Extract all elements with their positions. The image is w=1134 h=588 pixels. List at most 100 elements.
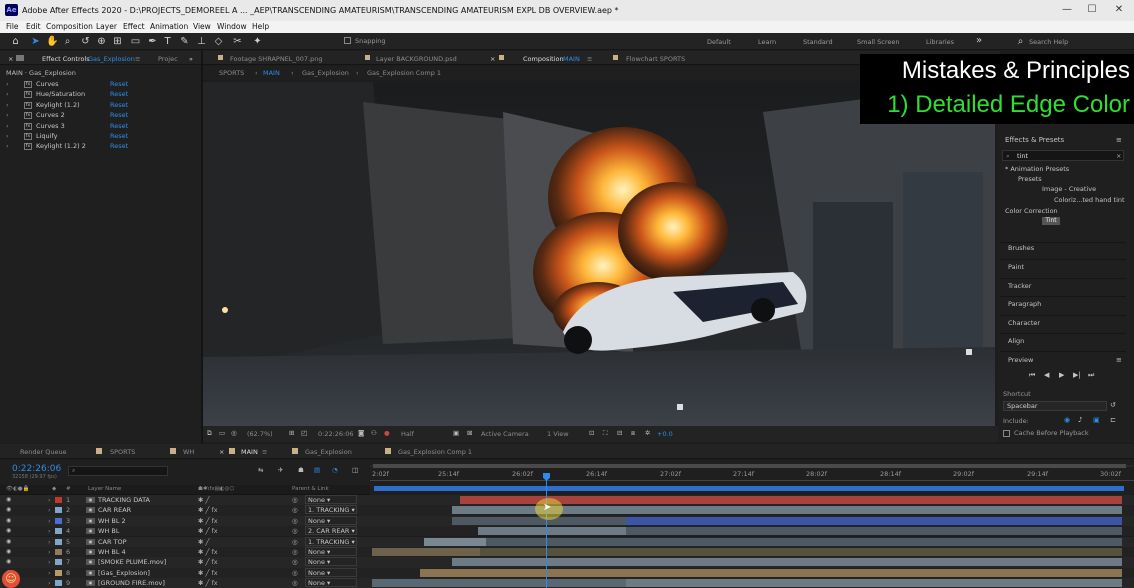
panel-paint[interactable]: Paint [1008,263,1024,271]
timeline-current-time[interactable]: 0:22:26:06 [12,464,61,474]
rectangle-tool-icon[interactable]: ▭ [130,36,141,47]
preset-tree-presets[interactable]: Presets [1018,175,1042,183]
preset-tree-tint[interactable]: Tint [1042,217,1060,225]
fx-toggle-icon[interactable]: fx [24,101,32,109]
display-icon[interactable]: ▭ [219,429,225,437]
comp-mini-flowchart-icon[interactable]: ⇆ [258,466,263,474]
fx-toggle-icon[interactable]: fx [24,143,32,151]
layer-switches-icon[interactable]: ✱ ╱ fx [198,506,218,514]
parent-column-header[interactable]: Parent & Link [292,486,329,492]
view-layout-dropdown[interactable]: 1 View [547,430,569,438]
layer-duration-bar[interactable] [372,548,480,556]
layer-switches-icon[interactable]: ✱ ╱ [198,538,209,546]
expand-twirl-icon[interactable]: › [48,506,51,514]
pickwhip-icon[interactable]: ◎ [292,506,298,514]
clone-stamp-tool-icon[interactable]: ⊥ [196,36,207,47]
effect-reset-link[interactable]: Reset [110,90,128,98]
region-icon[interactable]: ◰ [301,429,307,437]
expand-arrow-icon[interactable]: › [6,80,9,88]
brush-tool-icon[interactable]: ✎ [179,36,190,47]
zoom-tool-icon[interactable]: ⌕ [62,36,73,47]
tab-footage[interactable]: Footage SHRAPNEL_007.png [230,55,323,63]
composition-viewer[interactable] [203,82,995,426]
layer-name-column-header[interactable]: Layer Name [88,486,121,492]
effect-reset-link[interactable]: Reset [110,142,128,150]
fx-toggle-icon[interactable]: fx [24,133,32,140]
layer-duration-bar[interactable] [626,527,1122,536]
home-icon[interactable]: ⌂ [10,36,21,47]
menu-edit[interactable]: Edit [26,22,41,31]
layer-handle-right[interactable] [966,349,972,355]
layer-name[interactable]: WH BL 2 [98,517,126,525]
fx-toggle-icon[interactable]: fx [24,112,32,120]
layer-duration-bar[interactable] [626,516,1122,525]
layer-name[interactable]: [Gas_Explosion] [98,569,150,577]
reset-shortcut-icon[interactable]: ↺ [1110,401,1116,409]
workspace-small-screen[interactable]: Small Screen [857,38,899,46]
expand-arrow-icon[interactable]: › [6,142,9,150]
time-navigator[interactable] [374,486,1124,491]
fx-toggle-icon[interactable]: fx [24,91,32,99]
layer-duration-bar[interactable] [478,527,626,536]
expand-twirl-icon[interactable]: › [48,538,51,546]
fx-toggle-icon[interactable]: fx [24,122,32,130]
timeline-layer-row[interactable]: ◉ › 5 ▣ CAR TOP ✱ ╱ ◎ 1. TRACKING ▾ [0,536,1134,547]
roto-brush-tool-icon[interactable]: ✂ [232,36,243,47]
hand-tool-icon[interactable]: ✋ [46,36,58,47]
layer-label-color[interactable] [55,559,62,566]
transparency-grid-icon[interactable]: ⊠ [467,429,472,437]
preset-tree-colorized-hand-tint[interactable]: Coloriz...ted hand tint [1054,196,1125,204]
expand-arrow-icon[interactable]: › [6,132,9,140]
search-icon[interactable]: ⌕ [1015,36,1026,47]
layer-label-color[interactable] [55,569,62,576]
pickwhip-icon[interactable]: ◎ [292,558,298,566]
expand-arrow-icon[interactable]: › [6,111,9,119]
expand-arrow-icon[interactable]: › [6,90,9,98]
comp-nav-gas-explosion[interactable]: Gas_Explosion [302,69,349,77]
effect-reset-link[interactable]: Reset [110,111,128,119]
workspace-overflow-button[interactable]: » [976,35,982,46]
preset-tree-animation-presets[interactable]: * Animation Presets [1005,165,1069,173]
layer-duration-bar[interactable] [626,579,1122,588]
comp-tab-menu-icon[interactable]: ≡ [587,55,592,63]
visibility-eye-icon[interactable]: ◉ [6,548,11,555]
timeline-layer-row[interactable]: ◉ › 6 ▣ WH BL 4 ✱ ╱ fx ◎ None ▾ [0,547,1134,558]
expand-twirl-icon[interactable]: › [48,496,51,504]
menu-layer[interactable]: Layer [96,22,117,31]
puppet-pin-tool-icon[interactable]: ✦ [252,36,263,47]
close-main-tab-icon[interactable]: × [219,448,224,456]
layer-handle-bottom[interactable] [677,404,683,410]
panel-paragraph[interactable]: Paragraph [1008,300,1041,308]
flowchart-icon[interactable]: ⛶ [603,429,608,438]
shy-layers-icon[interactable]: ☗ [298,466,304,474]
expand-twirl-icon[interactable]: › [48,579,51,587]
parent-dropdown[interactable]: 1. TRACKING ▾ [305,505,357,515]
eraser-tool-icon[interactable]: ◇ [213,36,224,47]
menu-animation[interactable]: Animation [150,22,188,31]
workspace-libraries[interactable]: Libraries [926,38,954,46]
include-layer-controls-icon[interactable]: ⊏ [1110,416,1116,424]
main-tab-menu-icon[interactable]: ≡ [262,448,267,456]
grid-icon[interactable]: ⊞ [289,429,294,437]
visibility-eye-icon[interactable]: ◉ [6,558,11,565]
parent-dropdown[interactable]: 2. CAR REAR ▾ [305,526,357,536]
always-preview-icon[interactable]: ⧉ [207,429,212,438]
shortcut-dropdown[interactable]: Spacebar [1003,401,1107,411]
expand-twirl-icon[interactable]: › [48,558,51,566]
layer-name[interactable]: [SMOKE PLUME.mov] [98,558,166,566]
parent-dropdown[interactable]: 1. TRACKING ▾ [305,536,357,546]
workspace-default[interactable]: Default [707,38,731,46]
effect-row[interactable]: › fx Keylight (1.2) Reset [0,100,190,110]
effect-reset-link[interactable]: Reset [110,101,128,109]
previous-frame-icon[interactable]: ◀ [1044,371,1049,379]
workspace-standard[interactable]: Standard [803,38,833,46]
cache-before-playback-checkbox[interactable] [1003,430,1010,437]
parent-dropdown[interactable]: None ▾ [305,557,357,567]
tab-gas-explosion[interactable]: Gas_Explosion [305,448,352,456]
expand-arrow-icon[interactable]: › [6,122,9,130]
pickwhip-icon[interactable]: ◎ [292,496,298,504]
menu-help[interactable]: Help [252,22,269,31]
last-frame-icon[interactable]: ⏭ [1088,371,1094,380]
layer-duration-bar[interactable] [372,579,626,588]
type-tool-icon[interactable]: T [162,36,173,47]
